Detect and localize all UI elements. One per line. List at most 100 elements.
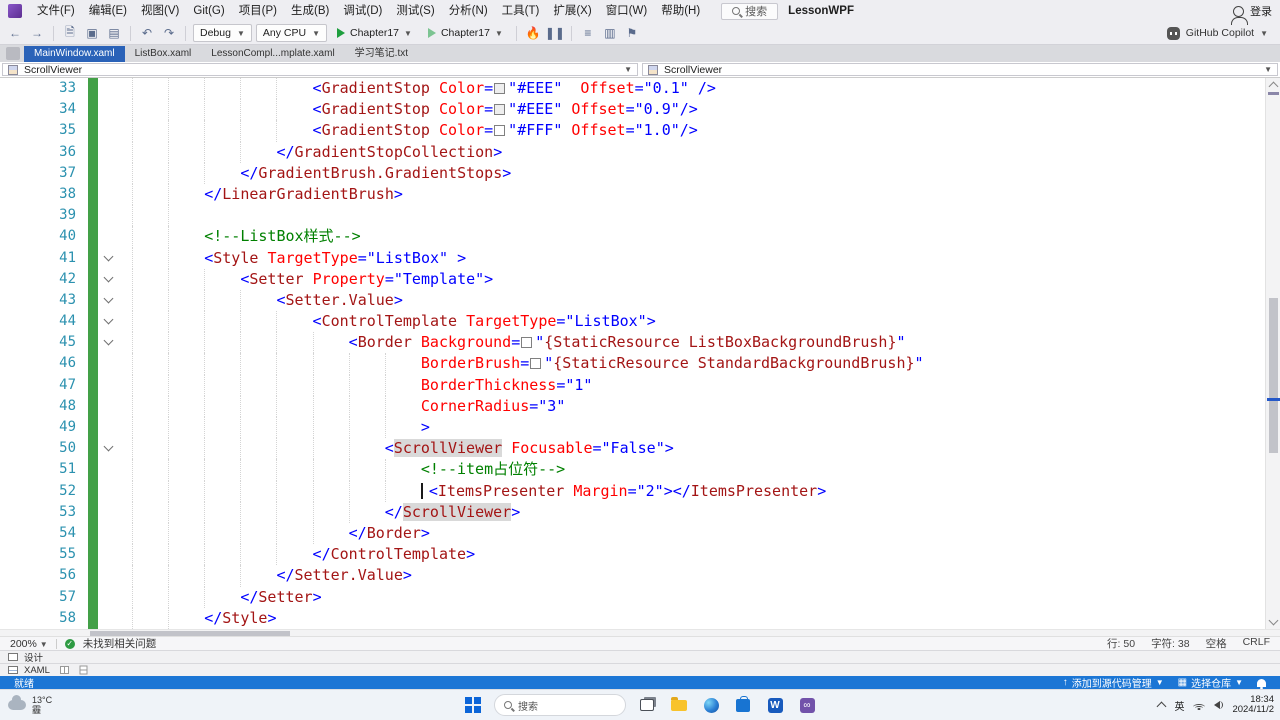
line-number[interactable]: 57 — [0, 587, 88, 608]
weather-widget[interactable]: 13°C 霾 — [8, 695, 52, 715]
code-line-37[interactable]: 37 </GradientBrush.GradientStops> — [0, 162, 1265, 184]
collapse-chevron-icon[interactable] — [103, 272, 113, 283]
word-button[interactable]: W — [764, 694, 786, 716]
search-highlight-image[interactable] — [606, 697, 622, 713]
scrollbar-thumb[interactable] — [1269, 298, 1278, 453]
code-text[interactable]: </Setter> — [118, 586, 1265, 608]
line-number[interactable]: 55 — [0, 544, 88, 565]
menu-item-5[interactable]: 项目(P) — [232, 0, 284, 22]
line-number[interactable]: 53 — [0, 502, 88, 523]
navigate-back-button[interactable]: ← — [6, 24, 24, 42]
save-all-button[interactable]: ▤ — [105, 24, 123, 42]
code-text[interactable]: </Border> — [118, 522, 1265, 545]
fold-margin[interactable] — [98, 269, 118, 290]
quick-search-box[interactable]: 搜索 — [721, 2, 779, 20]
color-swatch[interactable] — [494, 125, 506, 137]
line-number[interactable]: 39 — [0, 205, 88, 226]
menu-item-10[interactable]: 工具(T) — [495, 0, 547, 22]
code-line-55[interactable]: 55 </ControlTemplate> — [0, 544, 1265, 566]
code-line-50[interactable]: 50 <ScrollViewer Focusable="False"> — [0, 438, 1265, 460]
code-text[interactable]: <!--ListBox样式--> — [118, 226, 1265, 248]
line-number[interactable]: 41 — [0, 248, 88, 269]
menu-item-9[interactable]: 分析(N) — [442, 0, 495, 22]
scroll-down-arrow-icon[interactable] — [1268, 615, 1279, 626]
code-line-46[interactable]: 46 BorderBrush= "{StaticResource StandardB… — [0, 353, 1265, 375]
code-text[interactable]: </GradientStopCollection> — [118, 141, 1265, 163]
code-line-45[interactable]: 45 <Border Background= "{StaticResource Li… — [0, 332, 1265, 354]
code-text[interactable]: <ItemsPresenter Margin="2"></ItemsPresen… — [118, 480, 1265, 502]
menu-item-3[interactable]: 视图(V) — [134, 0, 186, 22]
menu-item-12[interactable]: 窗口(W) — [599, 0, 655, 22]
code-text[interactable]: <GradientStop Color= "#EEE" Offset="0.1" … — [118, 78, 1265, 100]
fold-margin[interactable] — [98, 438, 118, 459]
code-text[interactable]: </Style> — [118, 607, 1265, 629]
menu-item-1[interactable]: 文件(F) — [30, 0, 82, 22]
horizontal-scrollbar-thumb[interactable] — [90, 631, 290, 636]
notifications-bell-icon[interactable] — [1257, 678, 1266, 689]
start-debug-button[interactable]: Chapter17 ▼ — [331, 24, 418, 42]
color-swatch[interactable] — [521, 337, 533, 349]
document-tab-4[interactable]: 学习笔记.txt — [345, 46, 418, 62]
code-area[interactable]: 33 <GradientStop Color= "#EEE" Offset="0.1… — [0, 78, 1265, 629]
code-text[interactable]: <Setter Property="Template"> — [118, 268, 1265, 290]
line-number[interactable]: 44 — [0, 311, 88, 332]
code-line-38[interactable]: 38 </LinearGradientBrush> — [0, 183, 1265, 206]
color-swatch[interactable] — [530, 358, 542, 370]
code-text[interactable]: <!--item占位符--> — [118, 459, 1265, 481]
code-text[interactable]: <GradientStop Color= "#FFF" Offset="1.0"/… — [118, 120, 1265, 142]
task-view-button[interactable] — [636, 694, 658, 716]
code-line-40[interactable]: 40 <!--ListBox样式--> — [0, 226, 1265, 248]
code-text[interactable]: </LinearGradientBrush> — [118, 183, 1265, 206]
collapse-chevron-icon[interactable] — [103, 251, 113, 261]
menu-item-6[interactable]: 生成(B) — [284, 0, 336, 22]
health-status[interactable]: 未找到相关问题 — [83, 636, 157, 651]
line-number[interactable]: 34 — [0, 99, 88, 120]
code-text[interactable]: </ScrollViewer> — [118, 501, 1265, 523]
bookmark-button[interactable]: ⚑ — [623, 24, 641, 42]
add-to-source-control-button[interactable]: ↑ 添加到源代码管理 ▼ — [1063, 675, 1164, 690]
github-copilot-button[interactable]: GitHub Copilot ▼ — [1166, 26, 1274, 40]
line-number[interactable]: 36 — [0, 142, 88, 163]
fold-margin[interactable] — [98, 248, 118, 269]
line-number[interactable]: 35 — [0, 120, 88, 141]
line-number[interactable]: 47 — [0, 375, 88, 396]
code-text[interactable]: <GradientStop Color= "#EEE" Offset="0.9"/… — [118, 99, 1265, 121]
menu-item-11[interactable]: 扩展(X) — [546, 0, 598, 22]
line-number[interactable]: 43 — [0, 290, 88, 311]
code-line-35[interactable]: 35 <GradientStop Color= "#FFF" Offset="1.0… — [0, 120, 1265, 142]
pause-button[interactable]: ❚❚ — [545, 24, 565, 42]
code-line-58[interactable]: 58 </Style> — [0, 607, 1265, 629]
volume-icon[interactable] — [1214, 701, 1224, 709]
code-text[interactable]: </Setter.Value> — [118, 565, 1265, 587]
redo-button[interactable]: ↷ — [160, 24, 178, 42]
fold-margin[interactable] — [98, 311, 118, 332]
code-text[interactable]: <Style TargetType="ListBox" > — [118, 247, 1265, 269]
select-repository-button[interactable]: ▦ 选择仓库 ▼ — [1178, 675, 1243, 690]
navbar-type-dropdown[interactable]: ScrollViewer ▼ — [2, 63, 638, 76]
visual-studio-button[interactable]: ∞ — [796, 694, 818, 716]
status-spaces[interactable]: 空格 — [1206, 636, 1227, 651]
line-number[interactable]: 56 — [0, 565, 88, 586]
tray-overflow-chevron-icon[interactable] — [1156, 701, 1167, 712]
network-icon[interactable] — [1193, 701, 1206, 710]
code-line-51[interactable]: 51 <!--item占位符--> — [0, 459, 1265, 481]
split-horizontal-icon[interactable] — [59, 666, 69, 674]
color-swatch[interactable] — [494, 104, 506, 116]
code-text[interactable]: </ControlTemplate> — [118, 544, 1265, 566]
code-text[interactable]: <Border Background= "{StaticResource List… — [118, 332, 1265, 354]
menu-item-13[interactable]: 帮助(H) — [654, 0, 707, 22]
code-line-57[interactable]: 57 </Setter> — [0, 586, 1265, 608]
menu-item-2[interactable]: 编辑(E) — [82, 0, 134, 22]
highlighted-symbol[interactable]: ScrollViewer — [393, 439, 503, 458]
line-number[interactable]: 49 — [0, 417, 88, 438]
solution-platform-dropdown[interactable]: Any CPU ▼ — [255, 24, 327, 42]
save-button[interactable]: ▣ — [83, 24, 101, 42]
start-button[interactable] — [462, 694, 484, 716]
menu-item-7[interactable]: 调试(D) — [336, 0, 389, 22]
code-line-49[interactable]: 49 > — [0, 417, 1265, 439]
code-text[interactable]: <ScrollViewer Focusable="False"> — [118, 438, 1265, 460]
new-file-button[interactable]: 🗎 — [61, 24, 79, 42]
undo-button[interactable]: ↶ — [138, 24, 156, 42]
collapse-chevron-icon[interactable] — [103, 293, 113, 304]
menu-item-4[interactable]: Git(G) — [186, 0, 231, 22]
